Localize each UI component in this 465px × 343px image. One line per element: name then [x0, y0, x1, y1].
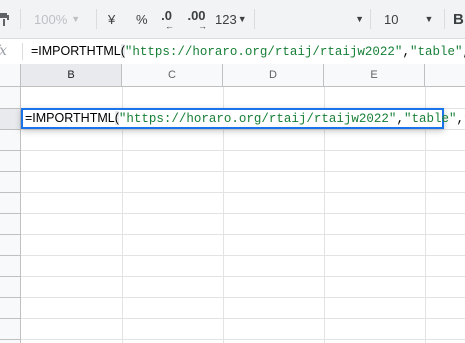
row-divider — [0, 297, 21, 298]
formula-function: =IMPORTHTML — [31, 44, 121, 58]
formula-input[interactable]: =IMPORTHTML("https://horaro.org/rtaij/rt… — [31, 39, 465, 64]
font-family-select[interactable]: ▼ — [262, 0, 364, 38]
cell-url-arg: "https://horaro.org/rtaij/rtaijw2022" — [118, 112, 397, 126]
grid-line — [21, 150, 465, 151]
percent-format-button[interactable]: % — [136, 0, 148, 38]
column-header-f[interactable] — [425, 64, 465, 87]
currency-label: ¥ — [108, 11, 116, 27]
more-formats-label: 123 — [215, 11, 237, 27]
more-formats-button[interactable]: 123 ▼ — [215, 0, 247, 38]
row-divider — [0, 318, 21, 319]
column-label: E — [370, 69, 378, 81]
row-divider — [0, 276, 21, 277]
grid-line — [21, 192, 465, 193]
grid-line — [21, 276, 465, 277]
active-cell-editor[interactable]: =IMPORTHTML("https://horaro.org/rtaij/rt… — [21, 108, 465, 129]
column-header-b[interactable]: B — [21, 64, 122, 87]
currency-format-button[interactable]: ¥ — [108, 0, 115, 38]
column-header-c[interactable]: C — [122, 64, 223, 87]
row-divider — [0, 108, 21, 109]
grid-line — [21, 129, 465, 130]
grid-line — [21, 234, 465, 235]
column-header-d[interactable]: D — [223, 64, 324, 87]
formula-comma: , — [402, 45, 410, 59]
decrease-decimal-button[interactable]: .0 ← — [159, 0, 174, 38]
row-divider — [0, 171, 21, 172]
cell-function: =IMPORTHTML — [25, 111, 115, 125]
paint-format-icon[interactable] — [0, 0, 10, 38]
row-divider — [0, 213, 21, 214]
arrow-right-icon: → — [198, 20, 207, 31]
increase-decimal-label: .00 — [187, 7, 206, 23]
formula-url-arg: "https://horaro.org/rtaij/rtaijw2022" — [124, 45, 403, 59]
row-divider — [0, 234, 21, 235]
bold-button[interactable]: B — [453, 0, 464, 38]
spreadsheet-grid[interactable]: B C D E — [0, 64, 465, 343]
cell-table-arg: "table" — [403, 112, 457, 126]
font-size-value: 10 — [384, 11, 399, 27]
cell-formula-text: =IMPORTHTML("https://horaro.org/rtaij/rt… — [25, 110, 465, 127]
font-size-select[interactable]: 10 ▼ — [384, 0, 433, 38]
fx-icon: fx — [0, 39, 12, 64]
select-all-corner[interactable] — [0, 64, 21, 87]
column-label: C — [168, 69, 176, 81]
toolbar-divider — [444, 9, 445, 29]
chevron-down-icon: ▼ — [71, 14, 81, 24]
grid-line — [21, 213, 465, 214]
toolbar-divider — [370, 9, 371, 29]
grid-line — [21, 171, 465, 172]
grid-line — [21, 297, 465, 298]
toolbar-divider — [20, 9, 21, 29]
fx-label: fx — [0, 43, 7, 59]
toolbar-divider — [254, 9, 255, 29]
row-divider — [0, 339, 21, 340]
cell-comma: , — [396, 112, 404, 126]
toolbar-divider — [96, 9, 97, 29]
zoom-value: 100% — [34, 11, 68, 27]
decrease-decimal-label: .0 — [161, 7, 172, 23]
toolbar: 100% ▼ ¥ % .0 ← .00 → 123 ▼ ▼ 10 ▼ B — [0, 0, 465, 39]
column-label: B — [67, 69, 75, 81]
row-divider — [0, 150, 21, 151]
chevron-down-icon: ▼ — [424, 14, 434, 24]
chevron-down-icon: ▼ — [237, 14, 247, 24]
bold-label: B — [453, 10, 464, 28]
formula-bar[interactable]: fx =IMPORTHTML("https://horaro.org/rtaij… — [0, 39, 465, 65]
row-header-active[interactable] — [0, 108, 21, 129]
column-label: D — [269, 69, 277, 81]
zoom-select[interactable]: 100% ▼ — [34, 0, 80, 38]
formula-table-arg: "table" — [409, 45, 463, 59]
percent-label: % — [136, 11, 148, 27]
grid-line — [21, 318, 465, 319]
grid-line — [21, 255, 465, 256]
increase-decimal-button[interactable]: .00 → — [186, 0, 207, 38]
row-divider — [0, 129, 21, 130]
row-divider — [0, 255, 21, 256]
grid-line — [21, 339, 465, 340]
formula-bar-divider — [22, 43, 23, 60]
column-header-e[interactable]: E — [324, 64, 425, 87]
row-divider — [0, 192, 21, 193]
cell-comma: , — [456, 112, 464, 126]
chevron-down-icon: ▼ — [355, 14, 364, 24]
arrow-left-icon: ← — [165, 20, 174, 31]
